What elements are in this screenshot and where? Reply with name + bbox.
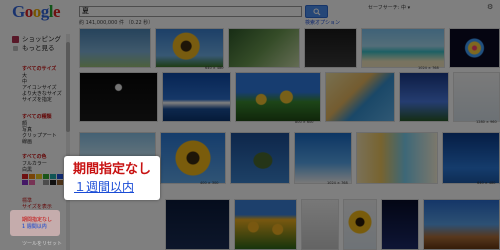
search-icon [313, 8, 321, 16]
sidebar-item-shopping[interactable]: ショッピング [22, 35, 61, 43]
highlighted-filter-area [10, 210, 60, 236]
reset-tools-link[interactable]: ツールをリセット [22, 240, 62, 247]
image-result[interactable] [160, 132, 226, 184]
highlight-period-week[interactable]: 1 週間以内 [22, 224, 47, 230]
sidebar-item-more[interactable]: もっと見る [22, 44, 55, 52]
logo-letter: G [12, 2, 25, 21]
gear-icon[interactable]: ⚙ [487, 3, 493, 11]
advanced-search-link[interactable]: 検索オプション [305, 19, 340, 26]
color-swatch[interactable] [22, 180, 28, 185]
color-swatch[interactable] [29, 180, 35, 185]
image-result[interactable] [301, 199, 339, 250]
google-logo[interactable]: Google [12, 2, 61, 21]
image-result[interactable] [165, 199, 230, 250]
logo-letter: o [32, 2, 42, 21]
image-size-label: 1024 × 768 [418, 66, 439, 70]
image-result[interactable] [325, 72, 395, 122]
image-result[interactable] [449, 28, 500, 68]
color-swatch[interactable] [29, 174, 35, 179]
image-result[interactable] [79, 72, 158, 122]
image-result[interactable] [235, 72, 321, 122]
color-swatch[interactable] [36, 180, 42, 185]
color-option-bw[interactable]: 白黒 [22, 167, 32, 173]
image-size-label: 400 × 300 [200, 181, 219, 185]
image-result[interactable] [356, 132, 438, 184]
image-size-label: 800 × 600 [295, 120, 314, 124]
color-swatch[interactable] [22, 174, 28, 179]
color-swatch[interactable] [43, 174, 49, 179]
color-swatch[interactable] [50, 174, 56, 179]
type-filter-heading[interactable]: すべての種類 [22, 114, 51, 120]
image-result[interactable] [304, 28, 357, 68]
image-result[interactable] [234, 199, 297, 250]
size-filter-heading[interactable]: すべてのサイズ [22, 66, 56, 72]
image-size-label: 640 × 480 [205, 66, 224, 70]
color-swatch[interactable] [50, 180, 56, 185]
image-result[interactable] [381, 199, 419, 250]
image-size-label: 1024 × 768 [327, 181, 348, 185]
shopping-icon [12, 36, 19, 43]
type-option[interactable]: 線画 [22, 139, 32, 145]
image-result[interactable] [230, 132, 290, 184]
image-result[interactable] [442, 132, 500, 184]
image-result[interactable] [399, 72, 449, 122]
image-size-label: 1280 × 960 [476, 120, 497, 124]
color-swatch[interactable] [57, 174, 63, 179]
image-size-label: 640 × 480 [477, 181, 496, 185]
zoom-callout: 期間指定なし １週間以内 [64, 156, 160, 200]
image-result[interactable] [79, 28, 151, 68]
image-result[interactable] [361, 28, 445, 68]
callout-period-week-link[interactable]: １週間以内 [74, 180, 134, 194]
logo-letter: g [40, 2, 50, 21]
size-option[interactable]: サイズを指定 [22, 97, 52, 103]
image-result[interactable] [343, 199, 377, 250]
more-icon [13, 46, 18, 51]
top-bar: Google 夏 セーフサーチ: 中 ▾ ⚙ 約 141,000,000 件 （… [0, 0, 500, 27]
search-input[interactable]: 夏 [79, 6, 302, 17]
color-swatch[interactable] [57, 180, 63, 185]
highlight-period-any[interactable]: 期間指定なし [22, 217, 52, 223]
search-button[interactable] [305, 5, 328, 18]
color-swatch[interactable] [36, 174, 42, 179]
color-filter-heading[interactable]: すべての色 [22, 154, 46, 160]
safesearch-dropdown[interactable]: セーフサーチ: 中 ▾ [368, 4, 410, 11]
image-result[interactable] [228, 28, 300, 68]
callout-period-any[interactable]: 期間指定なし [73, 162, 151, 177]
image-result[interactable] [294, 132, 352, 184]
image-result[interactable] [162, 72, 231, 122]
image-result[interactable] [453, 72, 500, 122]
image-result[interactable] [155, 28, 224, 68]
logo-letter: o [24, 2, 34, 21]
sidebar-scrollbar-thumb[interactable] [66, 42, 70, 132]
result-count: 約 141,000,000 件 （0.22 秒） [79, 20, 154, 26]
image-result[interactable] [423, 199, 500, 250]
color-swatch[interactable] [43, 180, 49, 185]
logo-letter: e [52, 2, 61, 21]
